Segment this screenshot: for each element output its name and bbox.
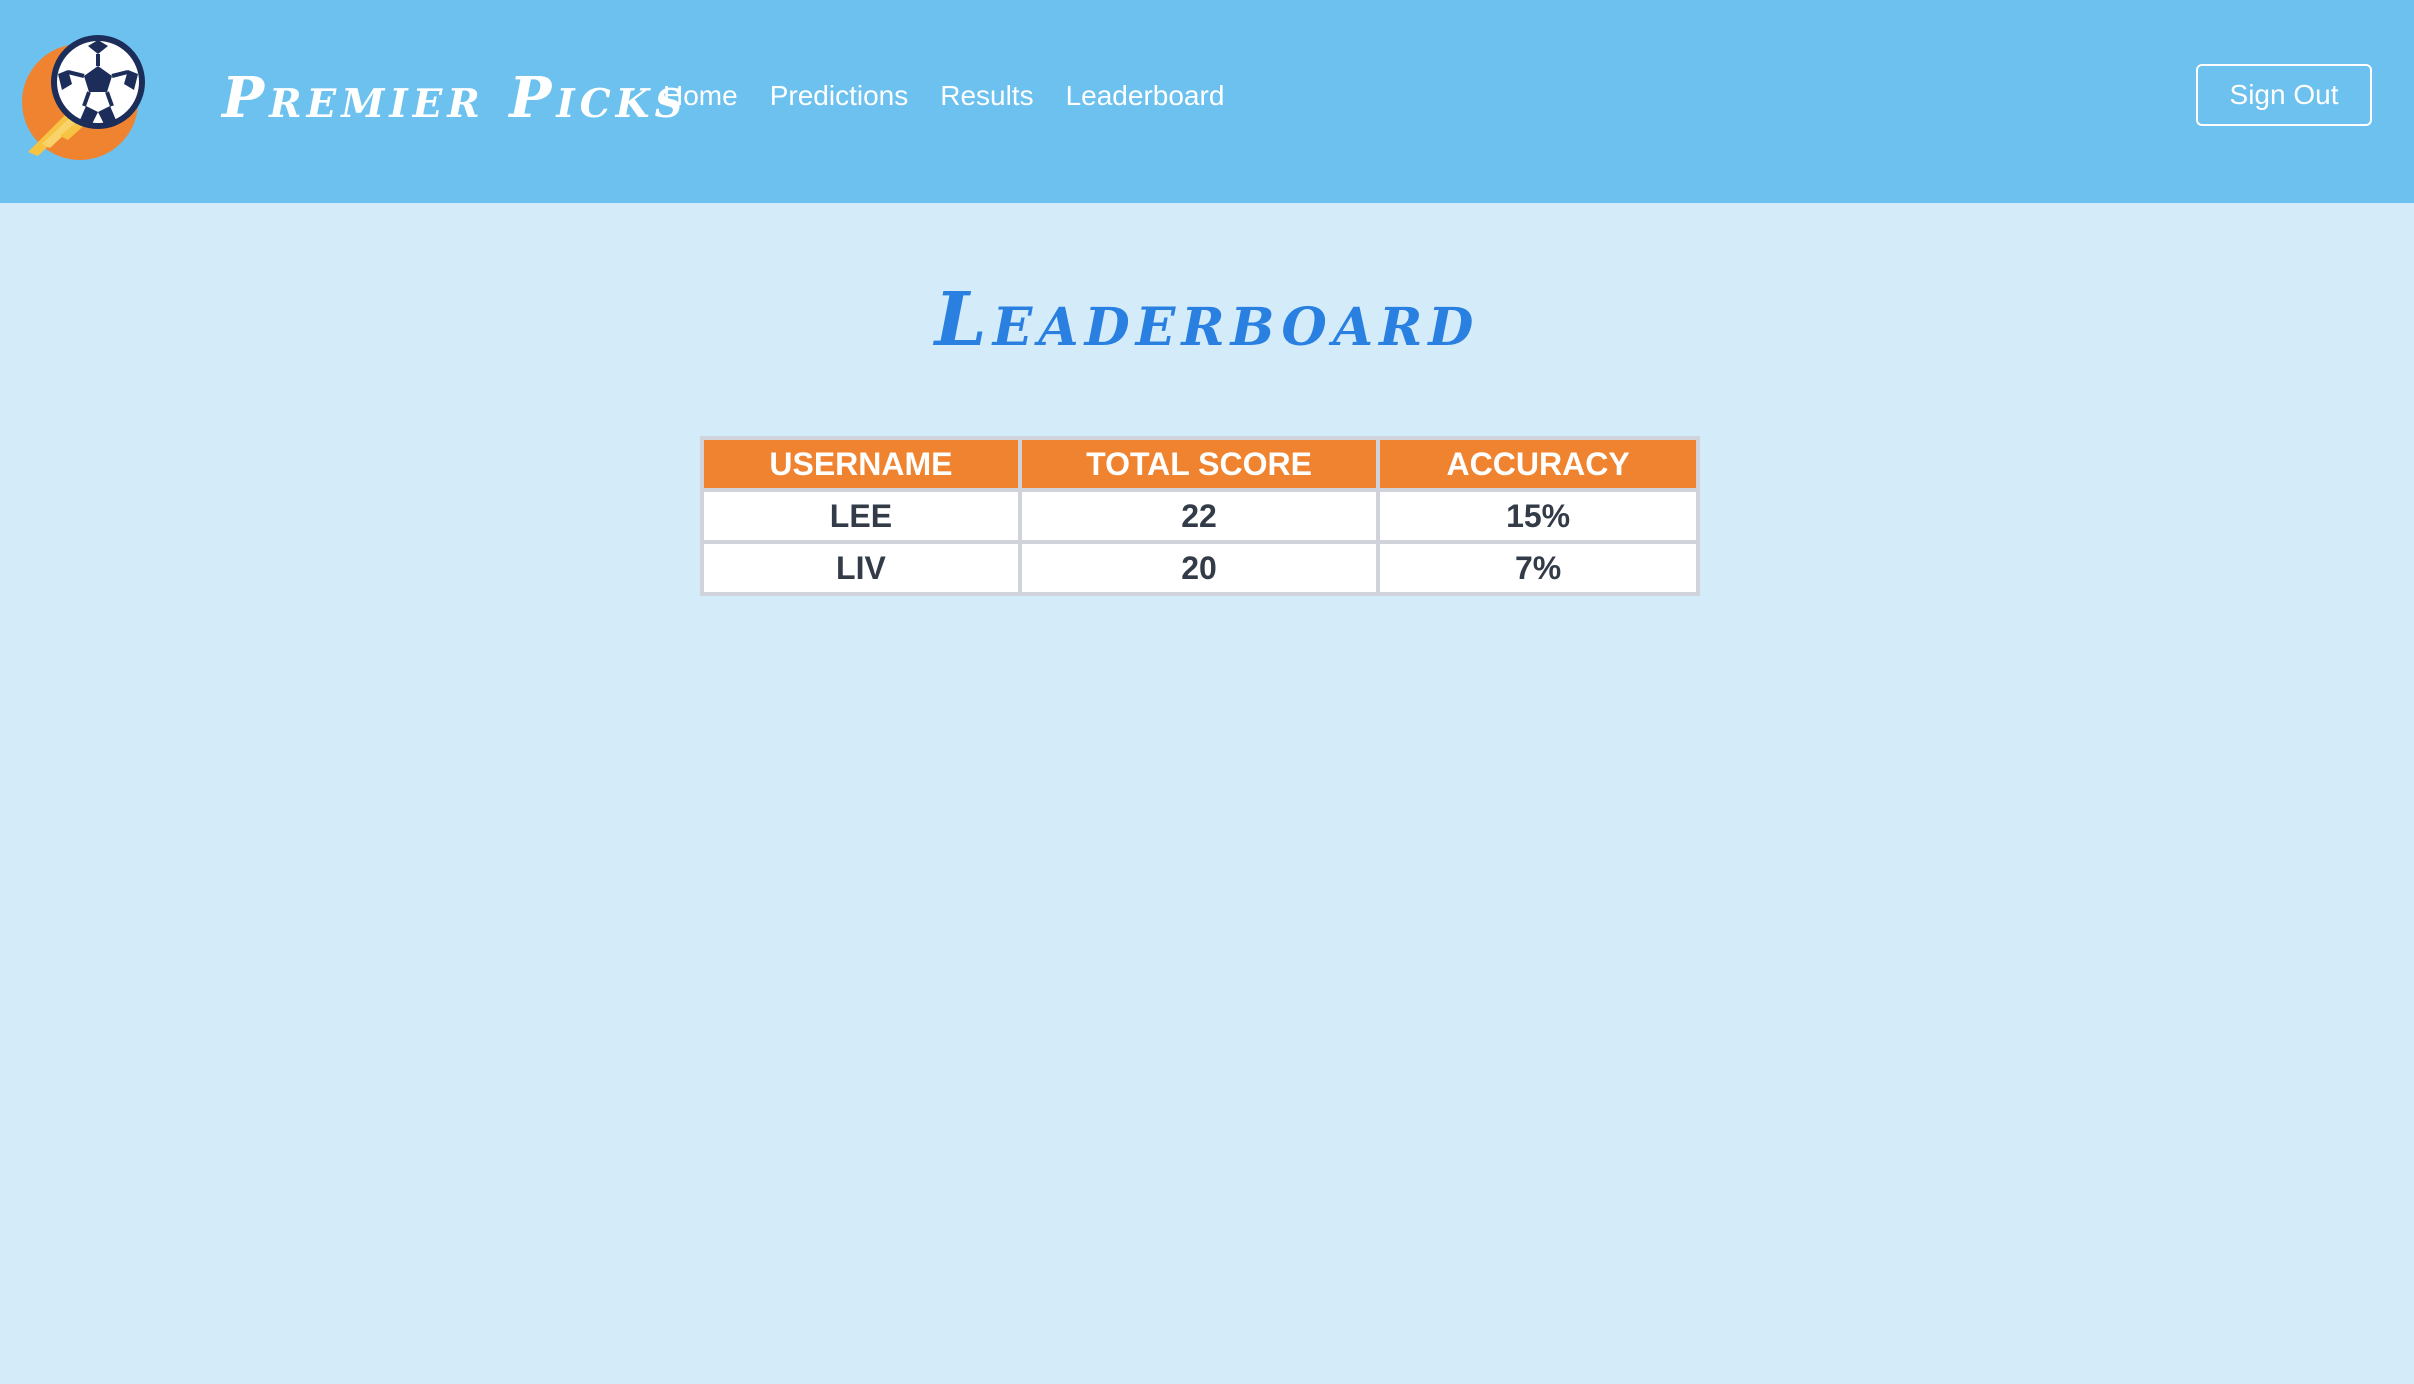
table-header-row: USERNAME TOTAL SCORE ACCURACY xyxy=(700,436,1700,492)
soccer-ball-icon[interactable] xyxy=(20,32,150,162)
nav-links: Home Predictions Results Leaderboard xyxy=(663,72,1256,120)
table-row: LIV 20 7% xyxy=(700,540,1700,596)
nav-item-home[interactable]: Home xyxy=(663,72,738,120)
cell-total-score: 22 xyxy=(1017,488,1381,544)
column-header-username: USERNAME xyxy=(700,436,1022,492)
nav-item-results[interactable]: Results xyxy=(940,72,1033,120)
nav-item-leaderboard[interactable]: Leaderboard xyxy=(1066,72,1225,120)
page-title: Leaderboard xyxy=(934,277,1480,363)
navbar: Premier Picks Home Predictions Results L… xyxy=(0,0,2414,203)
column-header-total-score: TOTAL SCORE xyxy=(1017,436,1381,492)
nav-item-predictions[interactable]: Predictions xyxy=(770,72,909,120)
cell-total-score: 20 xyxy=(1017,540,1381,596)
brand-name[interactable]: Premier Picks xyxy=(222,62,688,134)
table-row: LEE 22 15% xyxy=(700,488,1700,544)
sign-out-button[interactable]: Sign Out xyxy=(2196,64,2372,126)
cell-accuracy: 7% xyxy=(1376,540,1700,596)
cell-username: LEE xyxy=(700,488,1022,544)
cell-username: LIV xyxy=(700,540,1022,596)
column-header-accuracy: ACCURACY xyxy=(1376,436,1700,492)
cell-accuracy: 15% xyxy=(1376,488,1700,544)
leaderboard-table: USERNAME TOTAL SCORE ACCURACY LEE 22 15%… xyxy=(700,436,1700,596)
